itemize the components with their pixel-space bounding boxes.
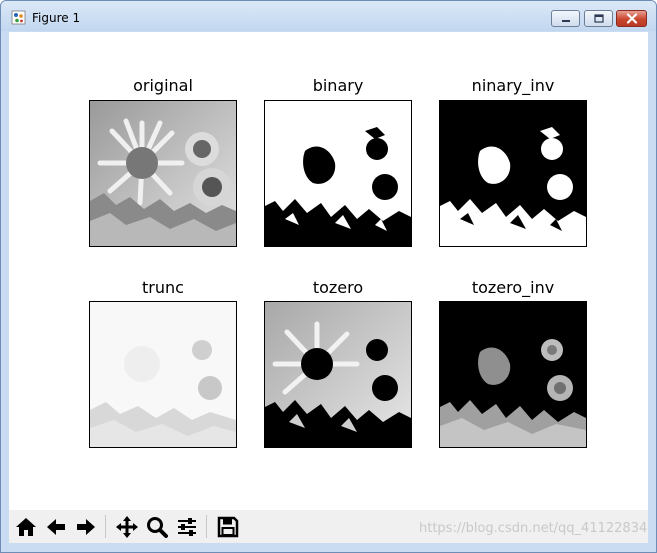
forward-icon xyxy=(76,518,95,535)
navigation-toolbar: https://blog.csdn.net/qq_41122834 xyxy=(9,510,648,543)
toolbar-separator xyxy=(206,515,207,538)
maximize-icon xyxy=(593,13,604,23)
original-image xyxy=(90,101,236,246)
figure-window: Figure 1 original binary ninary_inv trun… xyxy=(0,0,657,553)
pan-icon xyxy=(115,515,138,538)
watermark: https://blog.csdn.net/qq_41122834 xyxy=(419,521,648,536)
save-icon xyxy=(217,516,238,537)
axes-binary xyxy=(264,100,412,247)
back-button[interactable] xyxy=(42,513,69,540)
back-icon xyxy=(46,518,65,535)
minimize-button[interactable] xyxy=(551,10,580,27)
binary-image xyxy=(265,101,411,246)
zoom-button[interactable] xyxy=(143,513,170,540)
tozero-inv-image xyxy=(440,302,586,447)
close-button[interactable] xyxy=(616,10,647,27)
axes-tozero xyxy=(264,301,412,448)
matplotlib-figure-icon xyxy=(11,10,26,25)
zoom-icon xyxy=(146,516,168,538)
figure-canvas[interactable]: original binary ninary_inv trunc tozero … xyxy=(9,32,648,510)
title-bar[interactable]: Figure 1 xyxy=(1,1,656,31)
subplots-icon xyxy=(177,517,196,536)
close-icon xyxy=(626,13,637,24)
subplot-title-tozero: tozero xyxy=(312,278,364,297)
subplots-button[interactable] xyxy=(173,513,200,540)
subplot-title-trunc: trunc xyxy=(142,278,184,297)
toolbar-separator xyxy=(105,515,106,538)
tozero-image xyxy=(265,302,411,447)
minimize-icon xyxy=(561,19,570,22)
maximize-button[interactable] xyxy=(584,10,613,27)
window-title: Figure 1 xyxy=(32,11,81,25)
axes-tozero-inv xyxy=(439,301,587,448)
save-button[interactable] xyxy=(214,513,241,540)
client-area: original binary ninary_inv trunc tozero … xyxy=(9,32,648,543)
axes-trunc xyxy=(89,301,237,448)
subplot-title-ninary-inv: ninary_inv xyxy=(471,76,555,95)
home-icon xyxy=(15,517,36,536)
trunc-image xyxy=(90,302,236,447)
subplot-title-original: original xyxy=(133,76,193,95)
ninary-inv-image xyxy=(440,101,586,246)
axes-original xyxy=(89,100,237,247)
subplot-title-binary: binary xyxy=(312,76,364,95)
subplot-title-tozero-inv: tozero_inv xyxy=(471,278,555,297)
home-button[interactable] xyxy=(12,513,39,540)
axes-ninary-inv xyxy=(439,100,587,247)
pan-button[interactable] xyxy=(113,513,140,540)
forward-button[interactable] xyxy=(72,513,99,540)
